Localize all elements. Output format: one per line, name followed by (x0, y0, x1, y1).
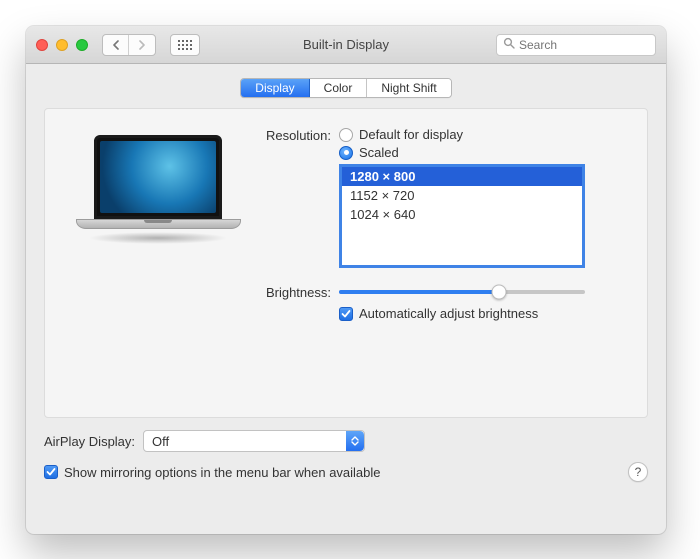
brightness-label: Brightness: (251, 284, 339, 300)
fullscreen-window-button[interactable] (76, 39, 88, 51)
titlebar: Built-in Display (26, 26, 666, 64)
system-preferences-window: Built-in Display Display Color Night Shi… (26, 26, 666, 534)
checkbox-label: Automatically adjust brightness (359, 306, 538, 321)
resolution-default-radio[interactable]: Default for display (339, 127, 623, 142)
popup-arrows-icon (346, 431, 364, 451)
tab-night-shift[interactable]: Night Shift (367, 79, 450, 97)
display-preview (69, 127, 247, 244)
slider-knob[interactable] (491, 285, 506, 300)
tab-display[interactable]: Display (241, 79, 309, 97)
radio-icon (339, 146, 353, 160)
brightness-slider[interactable] (339, 284, 585, 300)
airplay-label: AirPlay Display: (44, 434, 135, 449)
radio-label: Scaled (359, 145, 399, 160)
search-icon (503, 37, 515, 52)
footer: AirPlay Display: Off Show mirroring opti… (44, 430, 648, 482)
forward-button[interactable] (129, 35, 155, 55)
display-panel: Resolution: Default for display Scaled (44, 108, 648, 418)
radio-label: Default for display (359, 127, 463, 142)
radio-icon (339, 128, 353, 142)
resolution-scaled-radio[interactable]: Scaled (339, 145, 623, 160)
resolution-option[interactable]: 1152 × 720 (342, 186, 582, 205)
nav-buttons (102, 34, 156, 56)
tab-color[interactable]: Color (310, 79, 368, 97)
resolution-label: Resolution: (251, 127, 339, 143)
checkbox-icon (339, 307, 353, 321)
airplay-value: Off (152, 434, 169, 449)
mirroring-label: Show mirroring options in the menu bar w… (64, 465, 381, 480)
auto-brightness-checkbox[interactable]: Automatically adjust brightness (339, 306, 623, 321)
search-input[interactable] (519, 38, 666, 52)
segmented-control: Display Color Night Shift (240, 78, 451, 98)
close-window-button[interactable] (36, 39, 48, 51)
window-controls (36, 39, 88, 51)
laptop-icon (76, 135, 241, 244)
search-field[interactable] (496, 34, 656, 56)
help-button[interactable]: ? (628, 462, 648, 482)
resolution-listbox[interactable]: 1280 × 800 1152 × 720 1024 × 640 (339, 164, 585, 268)
minimize-window-button[interactable] (56, 39, 68, 51)
mirroring-checkbox[interactable] (44, 465, 58, 479)
airplay-popup[interactable]: Off (143, 430, 365, 452)
back-button[interactable] (103, 35, 129, 55)
resolution-option[interactable]: 1024 × 640 (342, 205, 582, 224)
window-body: Display Color Night Shift Resolution: (26, 64, 666, 534)
show-all-button[interactable] (170, 34, 200, 56)
tab-bar: Display Color Night Shift (44, 78, 648, 98)
resolution-option[interactable]: 1280 × 800 (342, 167, 582, 186)
